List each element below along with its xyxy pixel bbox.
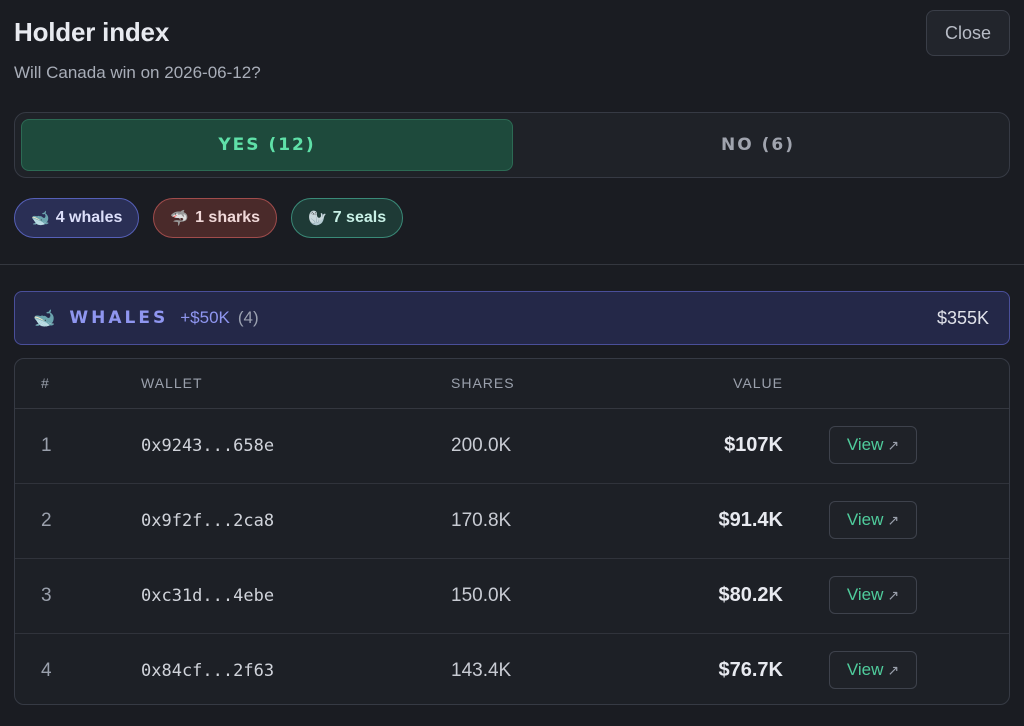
table-row: 2 0x9f2f...2ca8 170.8K $91.4K View ↗ — [15, 484, 1009, 559]
wallet-address: 0xc31d...4ebe — [141, 586, 275, 606]
holder-index-dialog: Holder index Will Canada win on 2026-06-… — [0, 0, 1024, 726]
view-wallet-button[interactable]: View ↗ — [829, 576, 917, 614]
column-header-value: VALUE — [733, 375, 783, 391]
whales-section-header[interactable]: 🐋 WHALES +$50K (4) $355K — [14, 291, 1010, 345]
market-question: Will Canada win on 2026-06-12? — [14, 63, 261, 82]
view-button-label: View — [846, 510, 884, 529]
external-link-icon: ↗ — [887, 661, 900, 678]
whale-icon: 🐋 — [31, 210, 50, 227]
section-name: WHALES — [69, 308, 169, 328]
section-threshold: +$50K — [180, 308, 230, 327]
shark-icon: 🦈 — [170, 210, 190, 227]
column-header-shares: SHARES — [451, 375, 515, 391]
view-wallet-button[interactable]: View ↗ — [829, 501, 917, 539]
external-link-icon: ↗ — [887, 586, 900, 603]
external-link-icon: ↗ — [887, 436, 900, 453]
row-index: 4 — [41, 660, 52, 681]
shares-amount: 143.4K — [451, 660, 512, 681]
shares-amount: 170.8K — [451, 510, 512, 531]
wallet-address: 0x9243...658e — [141, 436, 275, 456]
row-index: 2 — [41, 510, 52, 531]
holders-table: # WALLET SHARES VALUE 1 0x9243...658e 20… — [14, 358, 1010, 705]
seals-chip[interactable]: 🦭 7 seals — [291, 198, 404, 238]
table-header: # WALLET SHARES VALUE — [15, 359, 1009, 409]
seals-chip-label: 7 seals — [332, 209, 387, 226]
sharks-chip[interactable]: 🦈 1 sharks — [153, 198, 278, 238]
outcome-toggle: YES (12) NO (6) — [14, 112, 1010, 178]
position-value: $107K — [724, 434, 783, 456]
position-value: $76.7K — [718, 659, 784, 681]
view-wallet-button[interactable]: View ↗ — [829, 426, 917, 464]
row-index: 1 — [41, 435, 52, 456]
sharks-chip-label: 1 sharks — [195, 209, 261, 226]
position-value: $91.4K — [718, 509, 784, 531]
view-button-label: View — [846, 660, 884, 679]
section-total-value: $355K — [936, 307, 989, 328]
tab-yes[interactable]: YES (12) — [21, 119, 513, 171]
shares-amount: 200.0K — [451, 435, 512, 456]
dialog-header: Holder index Will Canada win on 2026-06-… — [14, 16, 1010, 84]
wallet-address: 0x9f2f...2ca8 — [141, 511, 275, 531]
column-header-index: # — [41, 375, 50, 391]
view-button-label: View — [846, 435, 884, 454]
view-wallet-button[interactable]: View ↗ — [829, 651, 917, 689]
column-header-wallet: WALLET — [141, 375, 203, 391]
section-divider — [0, 264, 1024, 265]
view-button-label: View — [846, 585, 884, 604]
wallet-address: 0x84cf...2f63 — [141, 661, 275, 681]
position-value: $80.2K — [718, 584, 784, 606]
tab-no[interactable]: NO (6) — [513, 119, 1003, 171]
table-row: 4 0x84cf...2f63 143.4K $76.7K View ↗ — [15, 634, 1009, 704]
section-count: (4) — [237, 308, 259, 327]
whales-chip-label: 4 whales — [55, 209, 123, 226]
table-row: 1 0x9243...658e 200.0K $107K View ↗ — [15, 409, 1009, 484]
page-title: Holder index — [14, 17, 170, 47]
table-row: 3 0xc31d...4ebe 150.0K $80.2K View ↗ — [15, 559, 1009, 634]
external-link-icon: ↗ — [887, 511, 900, 528]
holder-category-chips: 🐋 4 whales 🦈 1 sharks 🦭 7 seals — [14, 198, 404, 238]
row-index: 3 — [41, 585, 52, 606]
whale-icon: 🐋 — [33, 307, 56, 328]
seal-icon: 🦭 — [308, 210, 327, 227]
close-button[interactable]: Close — [926, 10, 1010, 56]
whales-chip[interactable]: 🐋 4 whales — [14, 198, 140, 238]
shares-amount: 150.0K — [451, 585, 512, 606]
